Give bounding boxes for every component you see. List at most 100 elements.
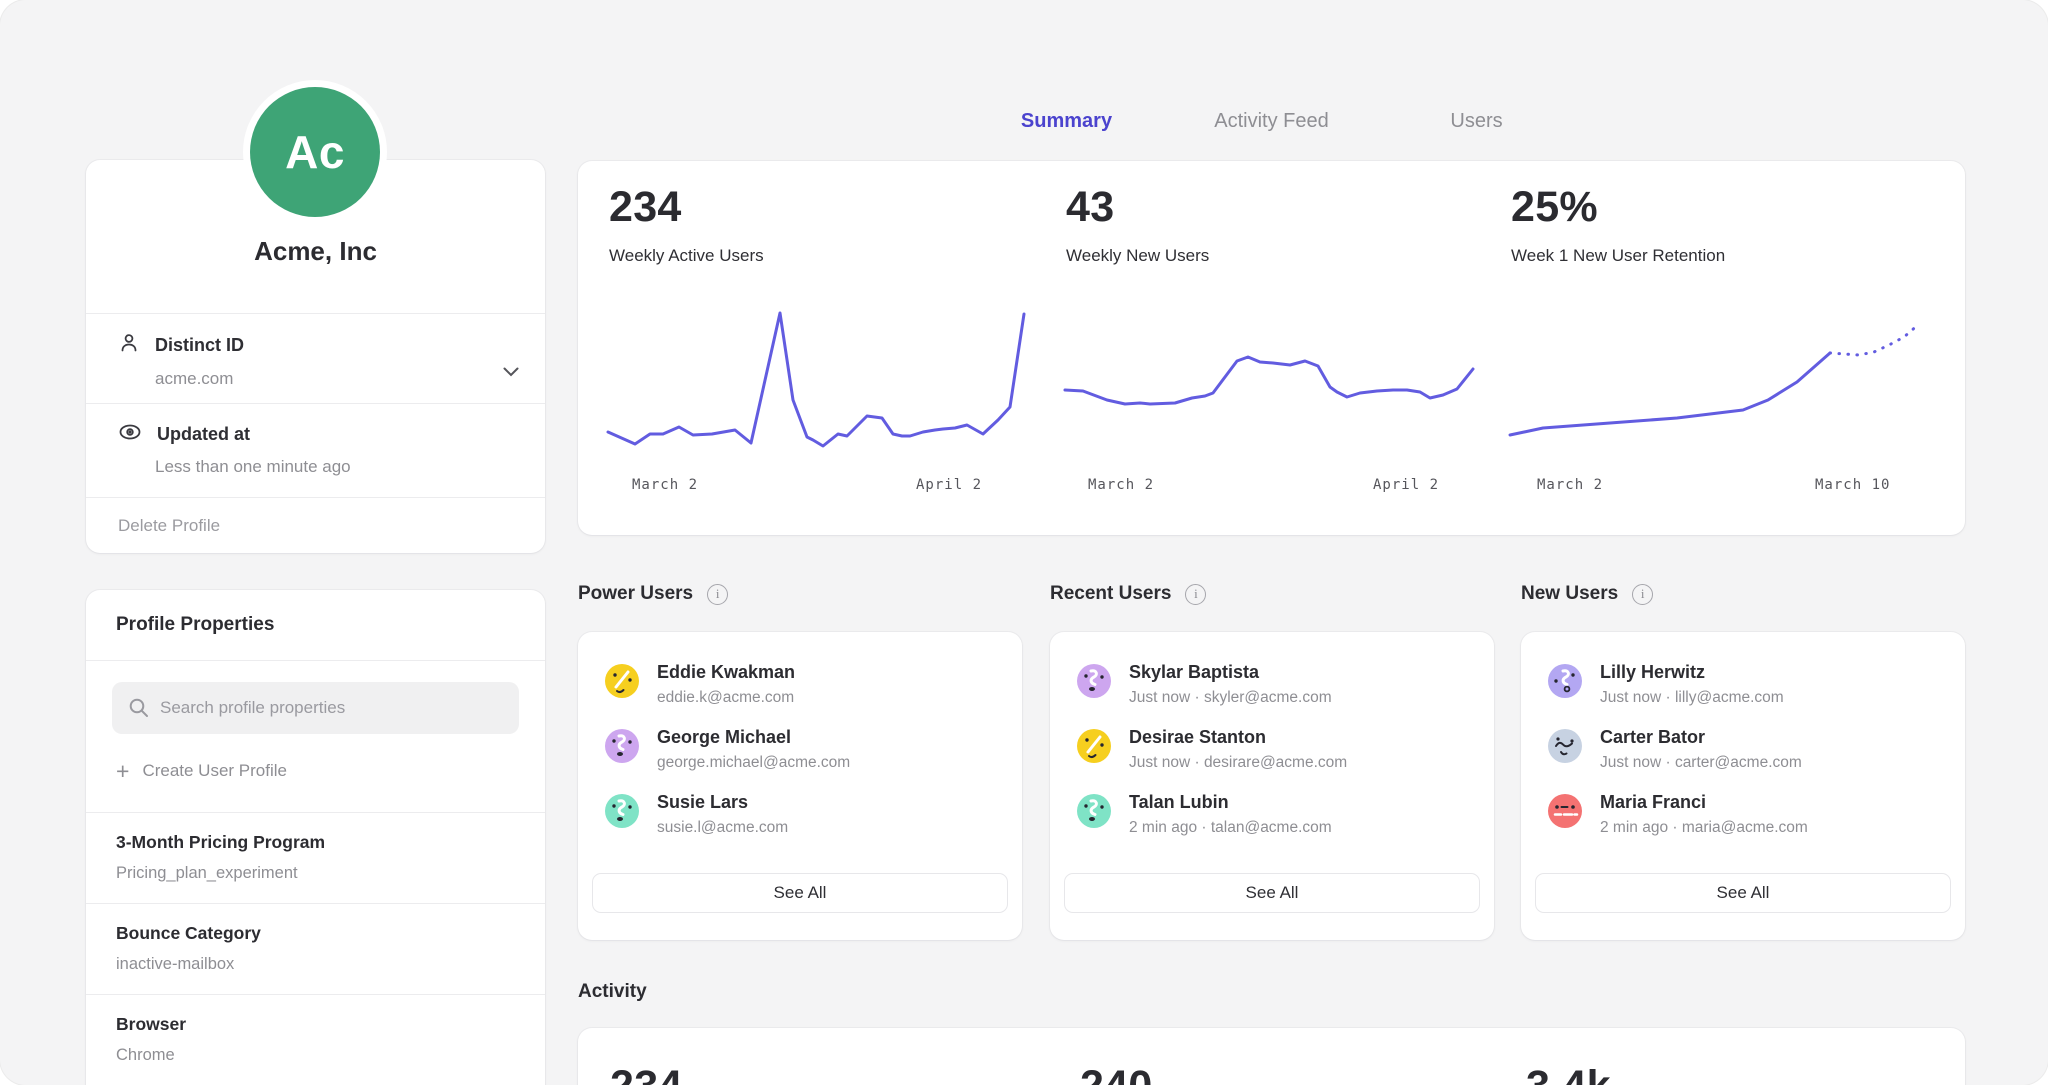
property-row[interactable]: 3-Month Pricing Program Pricing_plan_exp… (86, 812, 545, 903)
plus-icon: + (116, 761, 129, 781)
metric-value: 43 (1066, 183, 1114, 232)
tab-activity-feed[interactable]: Activity Feed (1169, 110, 1374, 151)
x-axis-label: March 2 (1088, 477, 1154, 493)
user-detail: Just now · desirare@acme.com (1129, 754, 1347, 772)
user-row[interactable]: Lilly Herwitz Just now · lilly@acme.com (1548, 662, 1945, 714)
metric-weekly-new-users: 43 Weekly New Users March 2 April 2 (1063, 161, 1483, 535)
user-avatar (1077, 794, 1111, 828)
property-value: inactive-mailbox (116, 955, 515, 974)
tab-users-label: Users (1450, 110, 1502, 132)
user-detail: 2 min ago · maria@acme.com (1600, 819, 1808, 837)
tab-bar: Summary Activity Feed Users (964, 110, 1579, 151)
user-row[interactable]: Carter Bator Just now · carter@acme.com (1548, 727, 1945, 779)
new-users-heading: New Users i (1521, 583, 1653, 605)
x-axis-label: March 2 (632, 477, 698, 493)
tab-summary[interactable]: Summary (964, 110, 1169, 151)
see-all-button[interactable]: See All (1064, 873, 1480, 913)
user-name: Skylar Baptista (1129, 662, 1332, 683)
x-axis-label: March 10 (1815, 477, 1890, 493)
property-value: Chrome (116, 1046, 515, 1065)
company-name: Acme, Inc (86, 236, 545, 267)
summary-metrics-card: 234 Weekly Active Users March 2 April 2 … (578, 161, 1965, 535)
property-name: Bounce Category (116, 923, 515, 944)
user-avatar (1548, 794, 1582, 828)
user-name: Maria Franci (1600, 792, 1808, 813)
week1-retention-chart (1508, 295, 1928, 470)
metric-value: 25% (1511, 183, 1598, 232)
create-user-profile-button[interactable]: + Create User Profile (116, 756, 545, 786)
metric-label: Weekly Active Users (609, 246, 764, 266)
user-detail: Just now · carter@acme.com (1600, 754, 1802, 772)
x-axis-label: April 2 (1373, 477, 1439, 493)
property-row[interactable]: Browser Chrome (86, 994, 545, 1085)
weekly-new-users-chart (1063, 295, 1483, 470)
user-detail: george.michael@acme.com (657, 754, 850, 772)
profile-card: Acme, Inc Distinct ID acme.com (86, 160, 545, 553)
create-user-profile-label: Create User Profile (142, 761, 287, 781)
user-name: Desirae Stanton (1129, 727, 1347, 748)
user-row[interactable]: George Michael george.michael@acme.com (605, 727, 1002, 779)
user-name: Eddie Kwakman (657, 662, 795, 683)
section-title: New Users (1521, 583, 1618, 605)
user-detail: Just now · lilly@acme.com (1600, 689, 1784, 707)
user-avatar (1548, 664, 1582, 698)
see-all-button[interactable]: See All (592, 873, 1008, 913)
property-value: Pricing_plan_experiment (116, 864, 515, 883)
search-icon (128, 697, 149, 723)
x-axis-label: April 2 (916, 477, 982, 493)
section-title: Power Users (578, 583, 693, 605)
company-avatar-initials: Ac (285, 125, 345, 179)
company-avatar: Ac (250, 87, 380, 217)
user-row[interactable]: Eddie Kwakman eddie.k@acme.com (605, 662, 1002, 714)
info-icon[interactable]: i (1185, 584, 1206, 605)
info-icon[interactable]: i (707, 584, 728, 605)
user-name: Susie Lars (657, 792, 788, 813)
property-name: Browser (116, 1014, 515, 1035)
user-row[interactable]: Talan Lubin 2 min ago · talan@acme.com (1077, 792, 1474, 844)
info-icon[interactable]: i (1632, 584, 1653, 605)
recent-users-heading: Recent Users i (1050, 583, 1206, 605)
x-axis-label: March 2 (1537, 477, 1603, 493)
weekly-active-users-chart (606, 295, 1026, 470)
user-row[interactable]: Skylar Baptista Just now · skyler@acme.c… (1077, 662, 1474, 714)
search-input[interactable] (112, 682, 519, 734)
updated-at-row: Updated at Less than one minute ago (86, 403, 545, 497)
property-row[interactable]: Bounce Category inactive-mailbox (86, 903, 545, 994)
metric-label: Week 1 New User Retention (1511, 246, 1725, 266)
tab-activity-feed-label: Activity Feed (1214, 110, 1328, 132)
profile-properties-list: 3-Month Pricing Program Pricing_plan_exp… (86, 812, 545, 1085)
metric-value: 234 (609, 183, 682, 232)
section-title: Recent Users (1050, 583, 1171, 605)
activity-section-title: Activity (578, 981, 647, 1003)
user-name: Talan Lubin (1129, 792, 1332, 813)
new-users-card: Lilly Herwitz Just now · lilly@acme.com … (1521, 632, 1965, 940)
tab-summary-label: Summary (1021, 110, 1112, 132)
user-name: Carter Bator (1600, 727, 1802, 748)
updated-at-label: Updated at (157, 424, 250, 445)
user-detail: Just now · skyler@acme.com (1129, 689, 1332, 707)
user-avatar (1077, 664, 1111, 698)
eye-icon (118, 422, 142, 447)
user-avatar (1077, 729, 1111, 763)
user-avatar (605, 729, 639, 763)
user-avatar (605, 794, 639, 828)
user-row[interactable]: Susie Lars susie.l@acme.com (605, 792, 1002, 844)
tab-users[interactable]: Users (1374, 110, 1579, 151)
user-avatar (1548, 729, 1582, 763)
chevron-down-icon[interactable] (503, 364, 519, 382)
delete-profile-button[interactable]: Delete Profile (86, 497, 545, 553)
see-all-button[interactable]: See All (1535, 873, 1951, 913)
power-users-card: Eddie Kwakman eddie.k@acme.com George Mi… (578, 632, 1022, 940)
distinct-id-row[interactable]: Distinct ID acme.com (86, 313, 545, 403)
property-name: 3-Month Pricing Program (116, 832, 515, 853)
power-users-heading: Power Users i (578, 583, 728, 605)
distinct-id-label: Distinct ID (155, 335, 244, 356)
user-row[interactable]: Desirae Stanton Just now · desirare@acme… (1077, 727, 1474, 779)
user-row[interactable]: Maria Franci 2 min ago · maria@acme.com (1548, 792, 1945, 844)
user-name: Lilly Herwitz (1600, 662, 1784, 683)
profile-properties-card: Profile Properties + Create User Profile… (86, 590, 545, 1085)
updated-at-value: Less than one minute ago (155, 457, 515, 477)
person-icon (118, 332, 140, 359)
metric-weekly-active-users: 234 Weekly Active Users March 2 April 2 (606, 161, 1026, 535)
profile-dashboard: Ac Acme, Inc Distinct ID acme.com (0, 0, 2048, 1085)
